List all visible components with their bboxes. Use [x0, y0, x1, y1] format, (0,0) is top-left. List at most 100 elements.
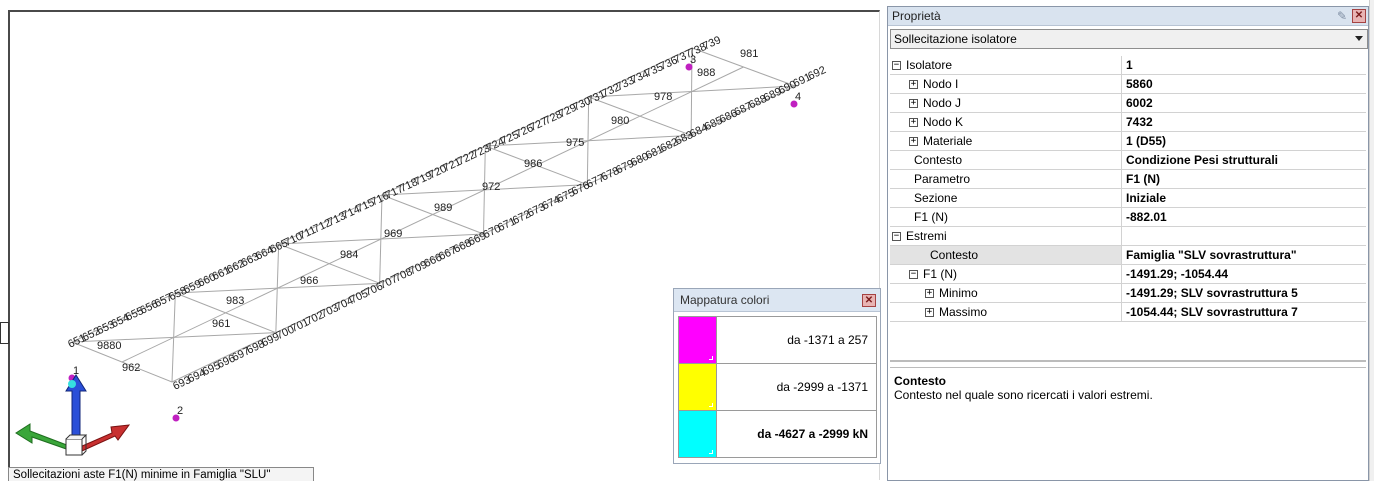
- property-row[interactable]: − Estremi: [890, 227, 1366, 246]
- property-name[interactable]: + Massimo: [890, 303, 1122, 321]
- property-row[interactable]: − Isolatore 1: [890, 56, 1366, 75]
- property-name-text: Nodo I: [923, 77, 959, 91]
- property-name[interactable]: + Nodo I: [890, 75, 1122, 93]
- property-description: Contesto Contesto nel quale sono ricerca…: [890, 367, 1366, 478]
- property-value[interactable]: -882.01: [1122, 208, 1366, 226]
- property-name[interactable]: Contesto: [890, 246, 1122, 264]
- property-name[interactable]: − Estremi: [890, 227, 1122, 245]
- element-label: 983: [226, 295, 244, 307]
- color-swatch-yellow[interactable]: [679, 364, 717, 410]
- property-name[interactable]: − F1 (N): [890, 265, 1122, 283]
- property-value[interactable]: [1122, 227, 1366, 245]
- element-label: 975: [566, 137, 584, 149]
- color-map-row[interactable]: da -2999 a -1371: [678, 363, 877, 411]
- property-row[interactable]: + Minimo -1491.29; SLV sovrastruttura 5: [890, 284, 1366, 303]
- property-name-text: F1 (N): [914, 210, 948, 224]
- property-name[interactable]: + Nodo K: [890, 113, 1122, 131]
- color-range-label: da -2999 a -1371: [776, 380, 868, 394]
- property-row[interactable]: Contesto Famiglia "SLV sovrastruttura": [890, 246, 1366, 265]
- property-name-text: Isolatore: [906, 58, 953, 72]
- property-row[interactable]: + Nodo J 6002: [890, 94, 1366, 113]
- property-name[interactable]: Contesto: [890, 151, 1122, 169]
- status-tab[interactable]: Sollecitazioni aste F1(N) minime in Fami…: [8, 467, 314, 481]
- property-name[interactable]: Parametro: [890, 170, 1122, 188]
- property-row[interactable]: + Materiale 1 (D55): [890, 132, 1366, 151]
- property-name-text: Contesto: [930, 248, 979, 262]
- element-label: 978: [654, 91, 672, 103]
- property-value[interactable]: Iniziale: [1122, 189, 1366, 207]
- element-labels: 9629880 961 983 966 984 969 989 972 986 975 980 978…: [97, 48, 758, 374]
- property-value[interactable]: 6002: [1122, 94, 1366, 112]
- chevron-down-icon[interactable]: [1355, 36, 1363, 41]
- property-name-text: Nodo K: [923, 115, 964, 129]
- viewport-splitter-handle[interactable]: [0, 322, 9, 344]
- selected-object-label: Sollecitazione isolatore: [894, 32, 1017, 46]
- collapse-icon[interactable]: −: [909, 269, 918, 279]
- property-value[interactable]: -1054.44; SLV sovrastruttura 7: [1122, 303, 1366, 321]
- property-name[interactable]: + Materiale: [890, 132, 1122, 150]
- expand-icon[interactable]: +: [909, 79, 918, 89]
- expand-icon[interactable]: +: [909, 136, 918, 146]
- expand-icon[interactable]: +: [925, 288, 934, 298]
- property-name-text: Parametro: [914, 172, 971, 186]
- close-icon[interactable]: ✕: [862, 294, 876, 307]
- property-row[interactable]: + Massimo -1054.44; SLV sovrastruttura 7: [890, 303, 1366, 322]
- property-row[interactable]: + Nodo I 5860: [890, 75, 1366, 94]
- property-name-text: Minimo: [939, 286, 978, 300]
- element-label: 986: [524, 158, 542, 170]
- color-map-title: Mappatura colori: [674, 289, 880, 312]
- property-value[interactable]: -1491.29; SLV sovrastruttura 5: [1122, 284, 1366, 302]
- property-value[interactable]: -1491.29; -1054.44: [1122, 265, 1366, 283]
- description-text: Contesto nel quale sono ricercati i valo…: [894, 388, 1153, 402]
- property-name[interactable]: − Isolatore: [890, 56, 1122, 74]
- property-value[interactable]: 1: [1122, 56, 1366, 74]
- property-row[interactable]: + Nodo K 7432: [890, 113, 1366, 132]
- color-map-window[interactable]: Mappatura colori ✕ da -1371 a 257 da -29…: [673, 288, 881, 464]
- grid-splitter[interactable]: [890, 360, 1366, 362]
- property-name-text: F1 (N): [923, 267, 957, 281]
- element-label: 984: [340, 249, 358, 261]
- property-value[interactable]: Condizione Pesi strutturali: [1122, 151, 1366, 169]
- property-row[interactable]: Sezione Iniziale: [890, 189, 1366, 208]
- expand-icon[interactable]: +: [909, 117, 918, 127]
- expand-icon[interactable]: +: [925, 307, 934, 317]
- properties-title: Proprietà: [892, 9, 941, 23]
- properties-title-bar: Proprietà ✎ ✕: [888, 7, 1368, 26]
- object-selector-dropdown[interactable]: Sollecitazione isolatore: [890, 29, 1368, 49]
- property-name[interactable]: Sezione: [890, 189, 1122, 207]
- element-label: 966: [300, 275, 318, 287]
- property-row[interactable]: Contesto Condizione Pesi strutturali: [890, 151, 1366, 170]
- element-label: 9880: [97, 340, 121, 352]
- color-swatch-magenta[interactable]: [679, 317, 717, 363]
- axis-y-red: [79, 424, 131, 452]
- property-name[interactable]: F1 (N): [890, 208, 1122, 226]
- application-window: 651 652 653 654 655 656 657 658 659 660 661 662 663 6…: [0, 0, 1374, 481]
- expand-icon[interactable]: +: [909, 98, 918, 108]
- element-label: 962: [122, 362, 140, 374]
- property-value[interactable]: F1 (N): [1122, 170, 1366, 188]
- property-value[interactable]: 7432: [1122, 113, 1366, 131]
- close-icon[interactable]: ✕: [1352, 9, 1366, 23]
- element-label: 988: [697, 67, 715, 79]
- color-swatch-cyan[interactable]: [679, 411, 717, 457]
- element-label: 980: [611, 115, 629, 127]
- property-name-text: Estremi: [906, 229, 947, 243]
- property-grid[interactable]: − Isolatore 1 + Nodo I 5860 + Nodo J 6002 + Nodo K…: [890, 56, 1366, 322]
- pin-icon[interactable]: ✎: [1335, 9, 1349, 23]
- axis-origin-cyan: [68, 380, 76, 388]
- color-map-row[interactable]: da -4627 a -2999 kN: [678, 410, 877, 458]
- property-row[interactable]: Parametro F1 (N): [890, 170, 1366, 189]
- property-name[interactable]: + Nodo J: [890, 94, 1122, 112]
- collapse-icon[interactable]: −: [892, 60, 901, 70]
- property-name[interactable]: + Minimo: [890, 284, 1122, 302]
- property-row[interactable]: F1 (N) -882.01: [890, 208, 1366, 227]
- property-name-text: Nodo J: [923, 96, 962, 110]
- color-map-row[interactable]: da -1371 a 257: [678, 316, 877, 364]
- isolator-label: 2: [177, 405, 183, 417]
- property-value[interactable]: 1 (D55): [1122, 132, 1366, 150]
- property-row[interactable]: − F1 (N) -1491.29; -1054.44: [890, 265, 1366, 284]
- property-value[interactable]: Famiglia "SLV sovrastruttura": [1122, 246, 1366, 264]
- property-value[interactable]: 5860: [1122, 75, 1366, 93]
- description-title: Contesto: [894, 374, 946, 388]
- collapse-icon[interactable]: −: [892, 231, 901, 241]
